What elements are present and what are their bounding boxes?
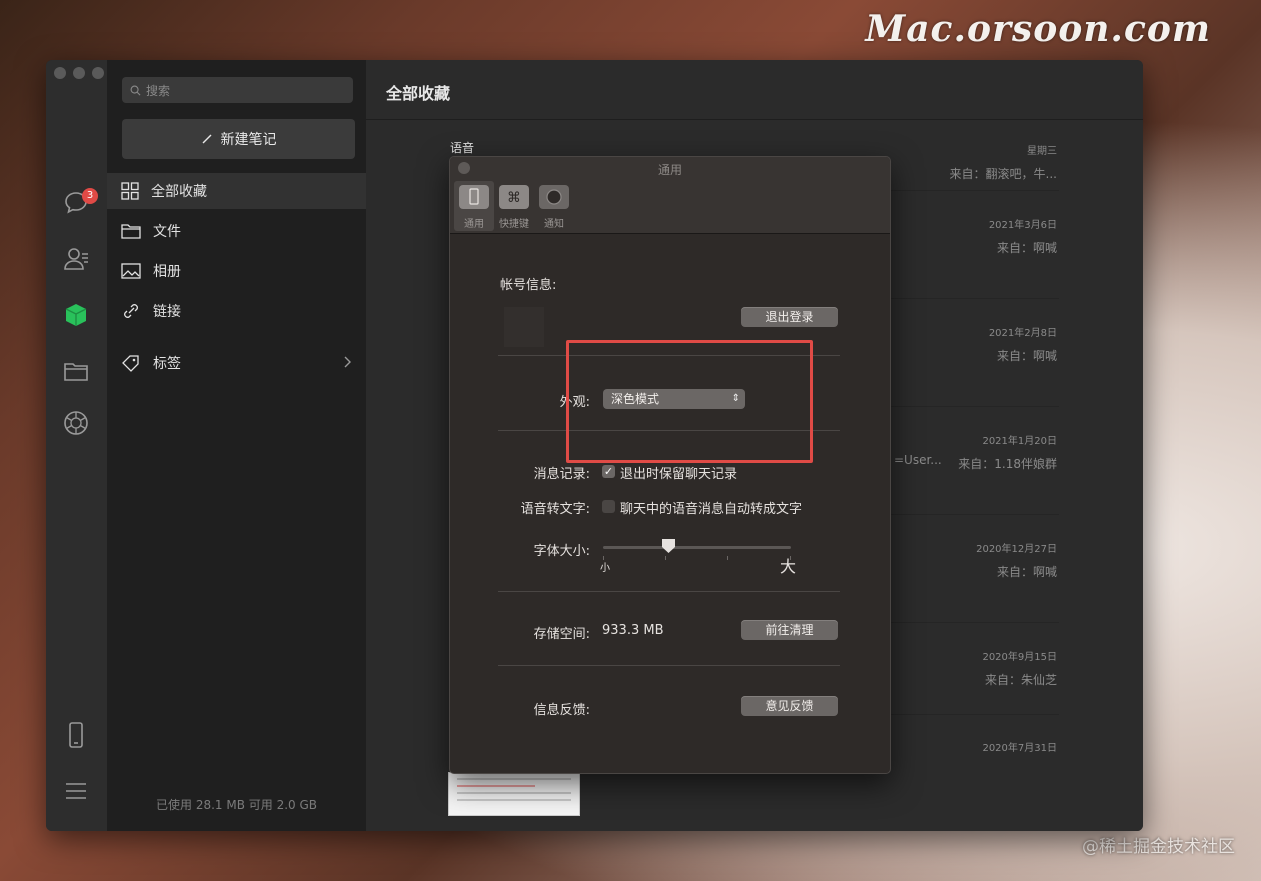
logout-button[interactable]: 退出登录 xyxy=(741,307,838,327)
divider xyxy=(498,591,840,592)
list-item[interactable]: 2020年9月15日 来自：朱仙芝 xyxy=(982,648,1057,688)
search-input[interactable]: 搜索 xyxy=(122,77,353,103)
list-item[interactable]: 2020年7月31日 xyxy=(982,739,1057,762)
entry-source: 来自：朱仙芝 xyxy=(984,673,1057,687)
favorites-cube-icon[interactable] xyxy=(61,300,91,330)
font-size-label: 字体大小: xyxy=(533,544,590,559)
entry-title: 语音 xyxy=(450,141,475,155)
dialog-title: 通用 xyxy=(657,163,682,177)
header-divider xyxy=(366,119,1143,120)
contacts-icon[interactable] xyxy=(61,244,91,274)
sidebar-item-all[interactable]: 全部收藏 xyxy=(107,173,366,209)
history-option: 退出时保留聊天记录 xyxy=(620,467,738,482)
page-title: 全部收藏 xyxy=(386,84,451,103)
menu-icon[interactable] xyxy=(61,776,91,806)
tag-icon xyxy=(122,355,139,372)
storage-usage: 已使用 28.1 MB 可用 2.0 GB xyxy=(156,798,317,812)
sidebar-item-album[interactable]: 相册 xyxy=(107,253,366,289)
entry-source: 来自：翻滚吧，牛... xyxy=(949,167,1057,181)
avatar xyxy=(504,307,544,347)
watermark-top: Mac.orsoon.com xyxy=(865,8,1211,50)
window-controls xyxy=(54,67,104,79)
sidebar-item-tags[interactable]: 标签 xyxy=(107,345,366,381)
new-note-button[interactable]: 新建笔记 xyxy=(122,119,355,159)
minimize-window-button[interactable] xyxy=(73,67,85,79)
entry-date: 2021年2月8日 xyxy=(988,328,1057,339)
link-icon xyxy=(124,304,138,318)
entry-date: 2021年3月6日 xyxy=(988,220,1057,231)
sidebar-item-label: 链接 xyxy=(153,304,181,320)
entry-source: 来自：啊喊 xyxy=(996,349,1057,363)
tab-label: 通用 xyxy=(464,219,484,230)
voice-label: 语音转文字: xyxy=(520,502,590,517)
feedback-label: 信息反馈: xyxy=(533,703,590,718)
image-icon xyxy=(121,263,141,279)
phone-icon xyxy=(459,185,489,209)
history-checkbox[interactable]: ✓ xyxy=(602,465,615,478)
moments-icon[interactable] xyxy=(61,408,91,438)
storage-value: 933.3 MB xyxy=(602,623,664,638)
list-item[interactable]: 星期三 来自：翻滚吧，牛... xyxy=(950,142,1057,182)
unread-badge: 3 xyxy=(82,188,98,204)
preferences-toolbar: 通用 通用 ⌘ 快捷键 通知 xyxy=(450,157,890,234)
document-thumbnail[interactable] xyxy=(448,772,580,816)
watermark-bottom: @稀土掘金技术社区 xyxy=(1082,837,1235,857)
slider-thumb[interactable] xyxy=(661,538,676,554)
storage-label: 存储空间: xyxy=(533,627,590,642)
entry-source: 来自：啊喊 xyxy=(996,565,1057,579)
phone-rail-icon[interactable] xyxy=(61,720,91,750)
sidebar-item-label: 文件 xyxy=(153,224,181,240)
list-item[interactable]: 2021年2月8日 来自：啊喊 xyxy=(989,324,1057,364)
close-window-button[interactable] xyxy=(54,67,66,79)
annotation-highlight-box xyxy=(566,340,813,463)
list-item[interactable]: 2021年3月6日 来自：啊喊 xyxy=(989,216,1057,256)
font-big-label: 大 xyxy=(780,557,797,576)
tab-label: 通知 xyxy=(544,219,564,230)
history-label: 消息记录: xyxy=(533,467,590,482)
search-icon xyxy=(130,85,141,95)
command-icon: ⌘ xyxy=(499,185,529,209)
feedback-button[interactable]: 意见反馈 xyxy=(741,696,838,716)
entry-source: 来自：啊喊 xyxy=(996,241,1057,255)
folder-rail-icon[interactable] xyxy=(61,356,91,386)
favorites-sidebar: 搜索 新建笔记 全部收藏 文件 相册 链接 标签 已使用 28.1 MB 可用 … xyxy=(107,60,366,831)
sidebar-item-links[interactable]: 链接 xyxy=(107,293,366,329)
entry-date: 2021年1月20日 xyxy=(982,436,1057,447)
clean-storage-button[interactable]: 前往清理 xyxy=(741,620,838,640)
tab-label: 快捷键 xyxy=(499,219,529,230)
voice-checkbox[interactable] xyxy=(602,500,615,513)
sidebar-item-files[interactable]: 文件 xyxy=(107,213,366,249)
sidebar-item-label: 全部收藏 xyxy=(151,184,207,200)
folder-icon xyxy=(121,224,141,239)
new-note-label: 新建笔记 xyxy=(220,132,277,148)
entry-date: 2020年7月31日 xyxy=(982,743,1057,754)
divider xyxy=(498,665,840,666)
circle-icon xyxy=(539,185,569,209)
search-placeholder: 搜索 xyxy=(146,83,171,98)
entry-date: 2020年12月27日 xyxy=(976,544,1057,555)
list-item[interactable]: 2020年12月27日 来自：啊喊 xyxy=(976,540,1057,580)
svg-text:⌘: ⌘ xyxy=(507,190,521,206)
sidebar-item-label: 标签 xyxy=(153,356,181,372)
pencil-icon xyxy=(202,134,211,144)
list-item[interactable]: 2021年1月20日 来自：1.18伴娘群 xyxy=(958,432,1057,472)
entry-date: 星期三 xyxy=(1027,146,1057,157)
account-label: 帐号信息: xyxy=(500,278,557,293)
entry-snippet: =User... xyxy=(894,453,942,467)
tab-notifications[interactable]: 通知 xyxy=(534,181,574,231)
entry-date: 2020年9月15日 xyxy=(982,652,1057,663)
grid-icon xyxy=(121,182,139,200)
voice-option: 聊天中的语音消息自动转成文字 xyxy=(620,502,803,517)
zoom-window-button[interactable] xyxy=(92,67,104,79)
preferences-dialog: 通用 通用 ⌘ 快捷键 通知 帐号信息: 退出登录 外观: 深色模式 ⇕ 消息记… xyxy=(449,156,891,774)
chevron-right-icon xyxy=(344,356,351,368)
left-rail: 3 xyxy=(46,60,107,831)
font-small-label: 小 xyxy=(600,563,610,574)
font-size-slider[interactable] xyxy=(603,546,791,549)
entry-source: 来自：1.18伴娘群 xyxy=(958,457,1057,471)
tab-shortcuts[interactable]: ⌘ 快捷键 xyxy=(494,181,534,231)
tab-general[interactable]: 通用 xyxy=(454,181,494,231)
sidebar-item-label: 相册 xyxy=(153,264,181,280)
